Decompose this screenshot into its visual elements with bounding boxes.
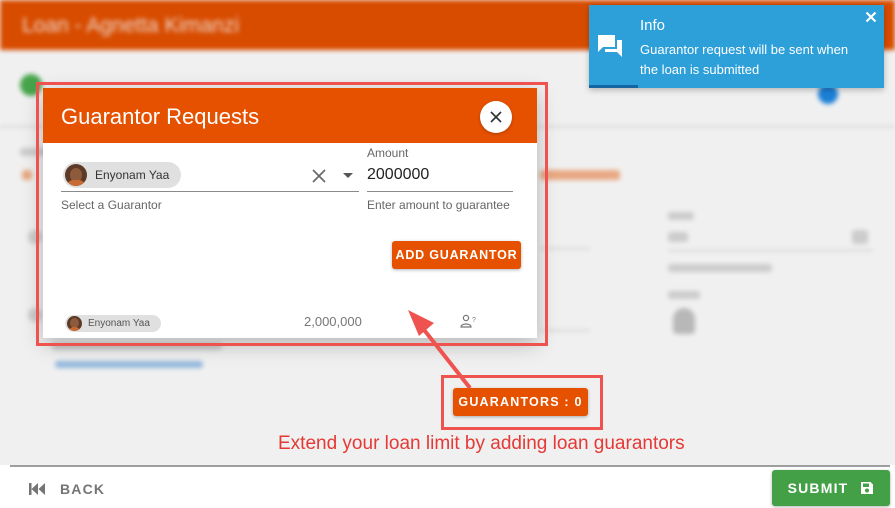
submit-label: SUBMIT: [787, 480, 849, 496]
chat-icon: [598, 35, 622, 57]
toast-message: Guarantor request will be sent when the …: [640, 42, 849, 77]
toast-progress-bar: [589, 85, 638, 88]
footer-divider: [10, 465, 890, 467]
toast-close-icon[interactable]: [865, 11, 877, 23]
skip-previous-icon: [29, 483, 45, 495]
annotation-text: Extend your loan limit by adding loan gu…: [278, 433, 685, 454]
back-label: BACK: [60, 481, 106, 497]
save-icon: [861, 482, 874, 494]
guarantors-button[interactable]: GUARANTORS : 0: [453, 388, 588, 416]
submit-button[interactable]: SUBMIT: [772, 470, 890, 506]
info-toast: Info Guarantor request will be sent when…: [589, 5, 884, 88]
guarantors-button-label: GUARANTORS : 0: [458, 395, 583, 409]
toast-title: Info: [640, 17, 666, 34]
dialog-highlight-box: [36, 82, 548, 346]
back-button[interactable]: BACK: [28, 478, 105, 500]
